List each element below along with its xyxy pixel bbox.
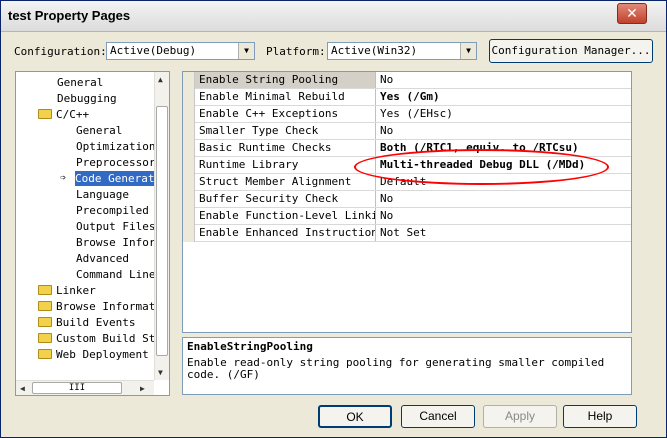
configuration-label: Configuration: (14, 45, 107, 58)
tree-item-label: Browse Information (56, 300, 170, 313)
tree-item-advanced[interactable]: Advanced (76, 251, 129, 266)
scroll-left-icon[interactable]: ◀ (20, 384, 25, 393)
tree-item-language[interactable]: Language (76, 187, 129, 202)
arrow-right-icon: ➩ (60, 173, 67, 184)
tree-item-general[interactable]: General (57, 75, 103, 90)
close-button[interactable]: ✕ (617, 3, 647, 24)
grid-row[interactable]: Enable Minimal Rebuild Yes (/Gm) (183, 89, 631, 106)
grid-row[interactable]: Runtime Library Multi-threaded Debug DLL … (183, 157, 631, 174)
scroll-down-icon[interactable]: ▼ (158, 368, 163, 377)
ok-button[interactable]: OK (318, 405, 392, 428)
platform-label: Platform: (266, 45, 326, 58)
property-name: Smaller Type Check (195, 123, 376, 139)
property-pages-window: test Property Pages ✕ Configuration: Act… (0, 0, 667, 438)
property-value[interactable]: Not Set (377, 225, 631, 241)
grid-row[interactable]: Enable Function-Level Linking No (183, 208, 631, 225)
property-value[interactable]: No (377, 72, 631, 88)
platform-combo[interactable]: Active(Win32) ▼ (327, 42, 477, 60)
property-value[interactable]: No (377, 191, 631, 207)
grid-row[interactable]: Enable Enhanced Instruction SetNot Set (183, 225, 631, 242)
property-value[interactable]: Both (/RTC1, equiv. to /RTCsu) (377, 140, 631, 156)
tree-item-debugging[interactable]: Debugging (57, 91, 117, 106)
tree-horizontal-scrollbar[interactable]: ◀ III ▶ (16, 380, 154, 395)
tree-item-custom-build-step[interactable]: Custom Build Step (38, 331, 169, 346)
property-name: Runtime Library (195, 157, 376, 173)
description-pane: EnableStringPooling Enable read-only str… (182, 337, 632, 395)
property-name: Enable Function-Level Linking (195, 208, 376, 224)
folder-open-icon (38, 109, 52, 119)
tree-item-build-events[interactable]: Build Events (38, 315, 135, 330)
tree-item-cpp-general[interactable]: General (76, 123, 122, 138)
configuration-value: Active(Debug) (110, 44, 197, 57)
tree-item-linker[interactable]: Linker (38, 283, 96, 298)
property-value[interactable]: Default (377, 174, 631, 190)
property-name: Struct Member Alignment (195, 174, 376, 190)
tree-item-optimization[interactable]: Optimization (76, 139, 155, 154)
property-grid: Enable String Pooling No Enable Minimal R… (182, 71, 632, 333)
tree-vertical-thumb[interactable] (156, 106, 168, 356)
scroll-up-icon[interactable]: ▲ (158, 75, 163, 84)
property-name: Enable Minimal Rebuild (195, 89, 376, 105)
property-value[interactable]: No (377, 208, 631, 224)
tree-vertical-scrollbar[interactable]: ▲ ▼ (154, 72, 169, 380)
help-button[interactable]: Help (563, 405, 637, 428)
property-name: Enable C++ Exceptions (195, 106, 376, 122)
folder-icon (38, 285, 52, 295)
tree-item-label: Build Events (56, 316, 136, 329)
tree-item-command-line[interactable]: Command Line (76, 267, 155, 282)
tree-item-label: Web Deployment (56, 348, 149, 361)
property-value[interactable]: No (377, 123, 631, 139)
tree-item-web-deployment[interactable]: Web Deployment (38, 347, 149, 362)
configuration-manager-button[interactable]: Configuration Manager... (489, 39, 653, 63)
tree-item-c-cpp[interactable]: C/C++ (38, 107, 89, 122)
property-name: Basic Runtime Checks (195, 140, 376, 156)
chevron-down-icon[interactable]: ▼ (460, 43, 476, 59)
description-text: Enable read-only string pooling for gene… (187, 356, 605, 381)
grid-row[interactable]: Struct Member Alignment Default (183, 174, 631, 191)
chevron-down-icon[interactable]: ▼ (238, 43, 254, 59)
tree-item-preprocessor[interactable]: Preprocessor (76, 155, 155, 170)
tree-item-label: C/C++ (56, 108, 90, 121)
tree-item-code-generation[interactable]: Code Generation (75, 171, 154, 186)
grid-row[interactable]: Enable C++ Exceptions Yes (/EHsc) (183, 106, 631, 123)
property-value[interactable]: Multi-threaded Debug DLL (/MDd) (377, 157, 631, 173)
grid-row[interactable]: Buffer Security Check No (183, 191, 631, 208)
description-title: EnableStringPooling (187, 340, 313, 353)
property-name: Enable Enhanced Instruction Set (195, 225, 376, 241)
tree-horizontal-thumb[interactable]: III (32, 382, 122, 394)
configuration-combo[interactable]: Active(Debug) ▼ (106, 42, 255, 60)
tree-item-label: Custom Build Step (56, 332, 169, 345)
folder-icon (38, 349, 52, 359)
apply-button[interactable]: Apply (483, 405, 557, 428)
cancel-button[interactable]: Cancel (401, 405, 475, 428)
folder-icon (38, 333, 52, 343)
property-value[interactable]: Yes (/EHsc) (377, 106, 631, 122)
grid-row[interactable]: Basic Runtime Checks Both (/RTC1, equiv. … (183, 140, 631, 157)
window-title: test Property Pages (8, 8, 131, 23)
property-value[interactable]: Yes (/Gm) (377, 89, 631, 105)
folder-icon (38, 317, 52, 327)
grid-row[interactable]: Enable String Pooling No (183, 72, 631, 89)
scroll-right-icon[interactable]: ▶ (140, 384, 145, 393)
property-name: Buffer Security Check (195, 191, 376, 207)
tree-item-label: Linker (56, 284, 96, 297)
title-bar[interactable]: test Property Pages ✕ (1, 1, 666, 32)
platform-value: Active(Win32) (331, 44, 418, 57)
grid-row[interactable]: Smaller Type Check No (183, 123, 631, 140)
close-icon: ✕ (626, 6, 638, 22)
tree-item-output-files[interactable]: Output Files (76, 219, 155, 234)
tree-item-browse-information-root[interactable]: Browse Information (38, 299, 170, 314)
category-tree: General Debugging C/C++ General Optimiza… (15, 71, 170, 396)
folder-icon (38, 301, 52, 311)
property-name: Enable String Pooling (195, 72, 376, 88)
